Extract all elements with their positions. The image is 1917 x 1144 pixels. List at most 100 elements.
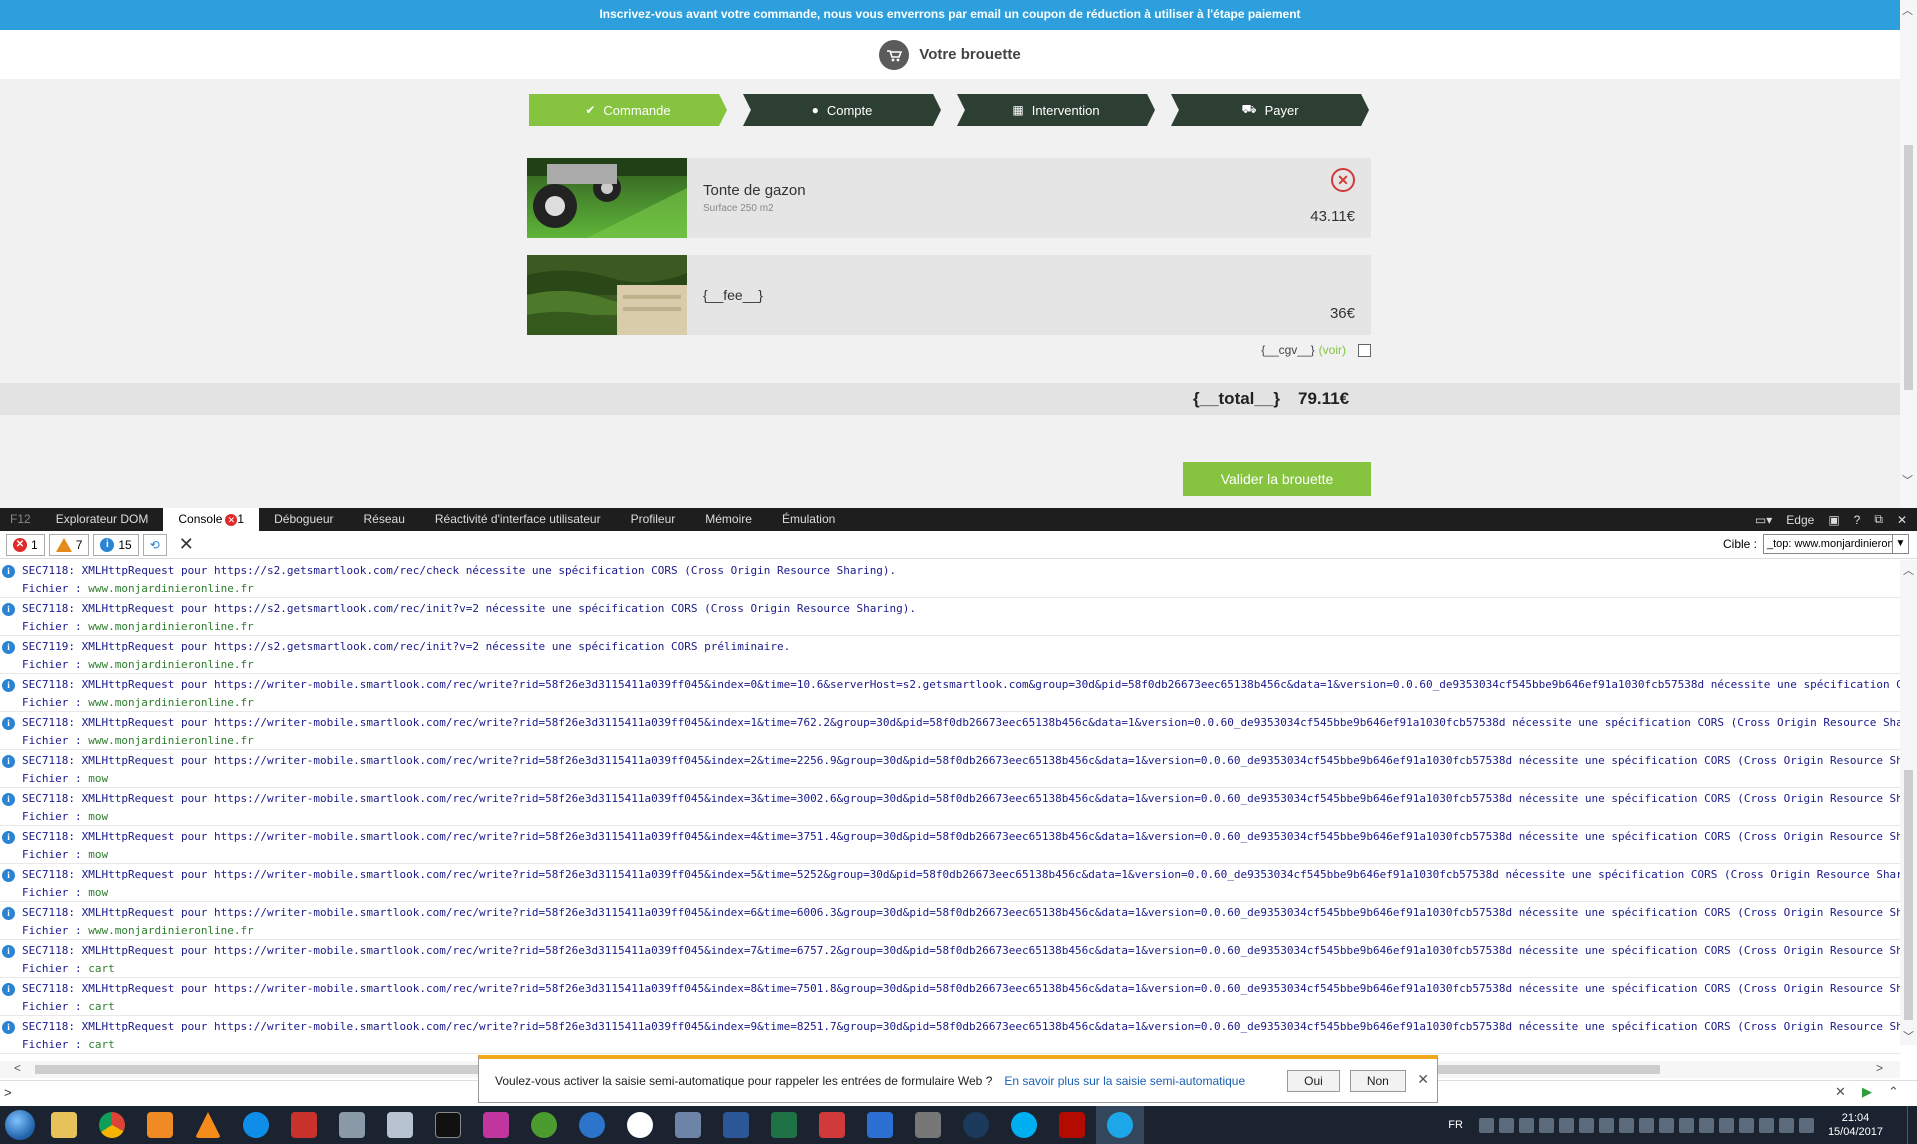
taskbar-teamviewer[interactable] [232,1106,280,1144]
tray-icon[interactable] [1718,1117,1734,1133]
clear-on-navigate-button[interactable]: ⟲ [142,533,167,556]
cgv-checkbox[interactable] [1358,343,1371,357]
validate-cart-button[interactable]: Valider la brouette [1183,462,1371,496]
learn-more-link[interactable]: En savoir plus sur la saisie semi-automa… [1004,1074,1245,1088]
file-link[interactable]: cart [88,962,115,975]
file-link[interactable]: cart [88,1038,115,1051]
tray-icon[interactable] [1798,1117,1814,1133]
language-indicator[interactable]: FR [1448,1119,1463,1131]
show-desktop-button[interactable] [1907,1106,1917,1144]
tray-icon[interactable] [1498,1117,1514,1133]
taskbar-excel[interactable] [760,1106,808,1144]
help-icon[interactable]: ? [1854,513,1861,527]
monitor-icon[interactable]: ▭▾ [1755,513,1772,527]
chevron-up-icon[interactable]: ︿ [1902,2,1913,18]
tab-memory[interactable]: Mémoire [690,508,767,531]
tray-icon[interactable] [1618,1117,1634,1133]
cgv-view-link[interactable]: (voir) [1319,343,1346,357]
remove-item-button[interactable]: ✕ [1331,168,1355,192]
file-link[interactable]: cart [88,1000,115,1013]
tray-icon[interactable] [1538,1117,1554,1133]
tab-profiler[interactable]: Profileur [616,508,691,531]
start-button[interactable] [0,1106,40,1144]
chevron-left-icon[interactable]: < [14,1061,21,1075]
tab-emulation[interactable]: Émulation [767,508,850,531]
tray-icon[interactable] [1598,1117,1614,1133]
tray-icon[interactable] [1638,1117,1654,1133]
tray-icon[interactable] [1678,1117,1694,1133]
info-filter[interactable]: i 15 [93,533,139,556]
tab-console[interactable]: Console ✕ 1 [163,508,260,531]
tray-icon[interactable] [1578,1117,1594,1133]
undock-icon[interactable]: ⧉ [1874,512,1883,527]
taskbar-steam[interactable] [952,1106,1000,1144]
clock[interactable]: 21:04 15/04/2017 [1828,1111,1883,1139]
taskbar-media-player[interactable] [136,1106,184,1144]
page-scrollbar[interactable]: ︿ ﹀ [1900,0,1917,508]
taskbar-explorer[interactable] [40,1106,88,1144]
clear-input-icon[interactable]: ✕ [1835,1084,1846,1100]
yes-button[interactable]: Oui [1287,1069,1340,1092]
target-select[interactable]: _top: www.monjardinieronline.fr ▼ [1763,534,1909,554]
tray-icon[interactable] [1698,1117,1714,1133]
tab-debugger[interactable]: Débogueur [259,508,348,531]
taskbar-word[interactable] [712,1106,760,1144]
taskbar-cmd[interactable] [424,1106,472,1144]
taskbar-app-red[interactable] [808,1106,856,1144]
tray-icon[interactable] [1738,1117,1754,1133]
taskbar-app-pink[interactable] [472,1106,520,1144]
close-icon[interactable]: ✕ [1417,1071,1429,1088]
taskbar-skype[interactable] [1000,1106,1048,1144]
tray-icon[interactable] [1778,1117,1794,1133]
file-link[interactable]: www.monjardinieronline.fr [88,696,254,709]
file-link[interactable]: www.monjardinieronline.fr [88,658,254,671]
warnings-filter[interactable]: 7 [48,533,90,556]
taskbar-thunderbird[interactable] [568,1106,616,1144]
taskbar-app-gray[interactable] [904,1106,952,1144]
taskbar-screenshot[interactable] [664,1106,712,1144]
chevron-right-icon[interactable]: > [1876,1061,1883,1075]
taskbar-vlc[interactable] [184,1106,232,1144]
step-compte[interactable]: ● Compte [743,94,941,126]
clear-console-icon[interactable]: ✕ [179,534,194,555]
taskbar-smiley[interactable] [616,1106,664,1144]
step-commande[interactable]: ✔ Commande [529,94,727,126]
console-scrollbar[interactable]: ︿ ﹀ [1900,560,1917,1045]
tray-icon[interactable] [1758,1117,1774,1133]
console-toggle-icon[interactable]: ▣ [1828,513,1839,527]
chevron-up-icon[interactable]: ︿ [1903,562,1914,578]
tab-ui-responsiveness[interactable]: Réactivité d'interface utilisateur [420,508,616,531]
tab-dom-explorer[interactable]: Explorateur DOM [41,508,164,531]
chevron-down-icon[interactable]: ﹀ [1902,472,1913,488]
tray-icon[interactable] [1558,1117,1574,1133]
browser-mode-button[interactable]: Edge [1786,513,1814,527]
taskbar-tool[interactable] [328,1106,376,1144]
tray-icon[interactable] [1658,1117,1674,1133]
file-link[interactable]: www.monjardinieronline.fr [88,924,254,937]
file-link[interactable]: mow [88,810,108,823]
taskbar-heidisql[interactable] [520,1106,568,1144]
tray-icon[interactable] [1518,1117,1534,1133]
scrollbar-thumb[interactable] [1904,770,1913,1020]
errors-filter[interactable]: ✕ 1 [6,533,45,556]
tray-icon[interactable] [1478,1117,1494,1133]
file-link[interactable]: www.monjardinieronline.fr [88,734,254,747]
taskbar-acrobat[interactable] [1048,1106,1096,1144]
file-link[interactable]: mow [88,772,108,785]
close-icon[interactable]: ✕ [1897,513,1907,527]
taskbar-chrome[interactable] [88,1106,136,1144]
chevron-down-icon[interactable]: ﹀ [1903,1028,1914,1044]
taskbar-app-blue[interactable] [856,1106,904,1144]
taskbar-calculator[interactable] [376,1106,424,1144]
scrollbar-thumb[interactable] [1904,145,1913,390]
file-link[interactable]: mow [88,886,108,899]
step-payer[interactable]: ⛟ Payer [1171,94,1369,126]
taskbar-filezilla[interactable] [280,1106,328,1144]
file-link[interactable]: www.monjardinieronline.fr [88,620,254,633]
file-link[interactable]: www.monjardinieronline.fr [88,582,254,595]
tab-network[interactable]: Réseau [349,508,420,531]
no-button[interactable]: Non [1349,1069,1406,1092]
step-intervention[interactable]: ▦ Intervention [957,94,1155,126]
expand-icon[interactable]: ⌃ [1888,1084,1899,1100]
taskbar-internet-explorer[interactable] [1096,1106,1144,1144]
